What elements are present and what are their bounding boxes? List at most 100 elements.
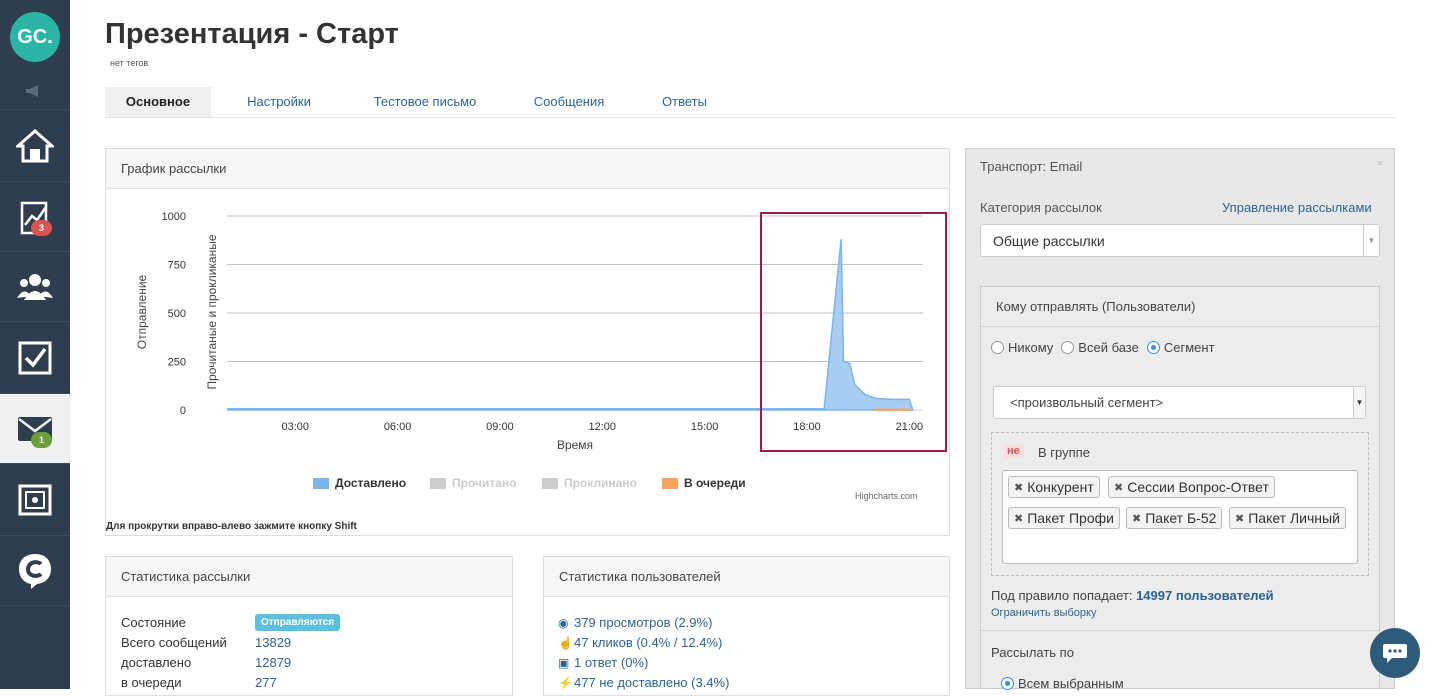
category-select[interactable]: Общие рассылки ▼ [980, 224, 1380, 257]
replies-text: 1 ответ (0%) [574, 655, 649, 670]
y-tick-label: 0 [180, 405, 186, 417]
chat-bubble-icon [1383, 644, 1407, 663]
radio-circle [1061, 341, 1075, 354]
rule-summary: Под правило попадает: 14997 пользователе… [991, 588, 1274, 603]
radio-segment[interactable]: Сегмент [1146, 340, 1215, 355]
legend-label: Доставлено [335, 476, 407, 490]
group-chip: ✖ Сессии Вопрос-Ответ [1108, 476, 1275, 498]
support-chat-button[interactable] [1370, 628, 1420, 678]
segment-select[interactable]: <произвольный сегмент> ▼ [993, 386, 1366, 419]
sidebar-item-home[interactable] [0, 110, 70, 182]
x-tick-label: 09:00 [486, 421, 514, 433]
legend-queue[interactable]: В очереди [662, 476, 746, 490]
recipients-title: Кому отправлять (Пользователи) [981, 287, 1379, 327]
stat-value[interactable]: 13829 [255, 635, 291, 650]
undelivered-text: 477 не доставлено (3.4%) [574, 675, 730, 690]
sidebar-item-announcements[interactable] [0, 72, 70, 110]
chat-logo-icon [19, 553, 51, 589]
x-tick-label: 12:00 [589, 421, 617, 433]
manage-mailings-link[interactable]: Управление рассылками [1222, 200, 1372, 215]
stat-value[interactable]: 277 [255, 675, 277, 690]
rule-text: Под правило попадает: [991, 588, 1133, 603]
chip-label: Конкурент [1027, 479, 1094, 495]
stat-label: Всего сообщений [121, 635, 227, 650]
chart-credit[interactable]: Highcharts.com [855, 491, 918, 501]
y-tick-label: 750 [168, 260, 186, 272]
x-tick-label: 15:00 [691, 421, 719, 433]
legend-read[interactable]: Прочитано [430, 476, 516, 490]
sidebar-item-mail[interactable]: 1 [0, 394, 70, 464]
clicks-text: 47 кликов (0.4% / 12.4%) [574, 635, 723, 650]
tab-bar: Основное Настройки Тестовое письмо Сообщ… [105, 87, 1395, 118]
mail-badge: 1 [31, 432, 53, 448]
radio-circle [1146, 341, 1160, 354]
sidebar-item-chatium[interactable] [0, 536, 70, 606]
transport-title: Транспорт: Email [980, 159, 1083, 174]
sidebar-item-tasks[interactable] [0, 322, 70, 394]
sidebar-item-stats[interactable]: 3 [0, 182, 70, 252]
inbox-icon: ▣ [558, 655, 570, 670]
x-axis-label: Время [557, 438, 593, 452]
remove-icon[interactable]: ✖ [1235, 512, 1244, 525]
remove-icon[interactable]: ✖ [1114, 481, 1123, 494]
x-tick-label: 21:00 [896, 421, 924, 433]
legend-label: В очереди [684, 476, 746, 490]
y-axis-label-left: Отправление [135, 274, 149, 349]
user-stats-title: Статистика пользователей [544, 557, 949, 597]
divider [981, 630, 1379, 631]
legend-swatch [313, 477, 329, 489]
radio-circle [1001, 677, 1014, 690]
tab-replies[interactable]: Ответы [647, 87, 722, 117]
group-chip: ✖ Пакет Профи [1008, 507, 1120, 529]
radio-all[interactable]: Всей базе [1061, 340, 1139, 355]
views-link[interactable]: ◉ 379 просмотров (2.9%) [558, 615, 712, 630]
remove-icon[interactable]: ✖ [1014, 481, 1023, 494]
sidebar-item-users[interactable] [0, 252, 70, 322]
users-icon [17, 273, 53, 300]
legend-swatch [662, 477, 678, 489]
remove-icon[interactable]: ✖ [1132, 512, 1141, 525]
logo[interactable]: GC. [10, 12, 60, 62]
safe-icon [18, 484, 52, 515]
not-toggle[interactable]: не [1003, 444, 1024, 458]
chip-label: Сессии Вопрос-Ответ [1127, 479, 1269, 495]
stat-value[interactable]: 12879 [255, 655, 291, 670]
checkbox-icon [18, 341, 52, 374]
tags-label[interactable]: нет тегов [110, 58, 148, 68]
legend-swatch [430, 477, 446, 489]
chevron-down-icon: ▼ [1353, 387, 1365, 418]
hand-pointer-icon: ☝ [558, 635, 573, 650]
bolt-icon: ⚡ [558, 675, 573, 690]
stats-badge: 3 [31, 220, 53, 236]
group-chip: ✖ Конкурент [1008, 476, 1100, 498]
legend-swatch [542, 477, 558, 489]
tab-messages[interactable]: Сообщения [519, 87, 619, 117]
category-label: Категория рассылок [980, 200, 1102, 215]
radio-nobody[interactable]: Никому [991, 340, 1053, 355]
tab-settings[interactable]: Настройки [231, 87, 327, 117]
clicks-link[interactable]: ☝ 47 кликов (0.4% / 12.4%) [558, 635, 722, 650]
sidebar-item-safe[interactable] [0, 464, 70, 536]
y-axis-label-right: Прочитаные и прокликаные [205, 234, 219, 389]
undelivered-link[interactable]: ⚡ 477 не доставлено (3.4%) [558, 675, 729, 690]
category-select-value: Общие рассылки [993, 232, 1105, 249]
legend-clicked[interactable]: Проклинано [542, 476, 637, 490]
y-tick-label: 1000 [162, 211, 186, 223]
segment-select-value: <произвольный сегмент> [1010, 395, 1164, 410]
legend-delivered[interactable]: Доставлено [313, 476, 406, 490]
y-tick-label: 250 [168, 357, 186, 369]
chevron-down-icon: ▼ [1363, 225, 1379, 256]
tab-main[interactable]: Основное [105, 87, 211, 117]
chip-label: Пакет Профи [1027, 510, 1114, 526]
close-icon[interactable]: × [1377, 158, 1383, 170]
views-text: 379 просмотров (2.9%) [574, 615, 713, 630]
stat-label: доставлено [121, 655, 192, 670]
tab-test-email[interactable]: Тестовое письмо [357, 87, 493, 117]
x-tick-label: 03:00 [281, 421, 309, 433]
rule-count-link[interactable]: 14997 пользователей [1136, 588, 1274, 603]
remove-icon[interactable]: ✖ [1014, 512, 1023, 525]
radio-label: Всей базе [1078, 340, 1139, 355]
delivery-chart: 1000 750 500 250 0 03:00 06:00 09:00 12:00 15:00 1… [135, 211, 947, 452]
replies-link[interactable]: ▣ 1 ответ (0%) [558, 655, 648, 670]
limit-selection-link[interactable]: Ограничить выборку [991, 607, 1096, 619]
